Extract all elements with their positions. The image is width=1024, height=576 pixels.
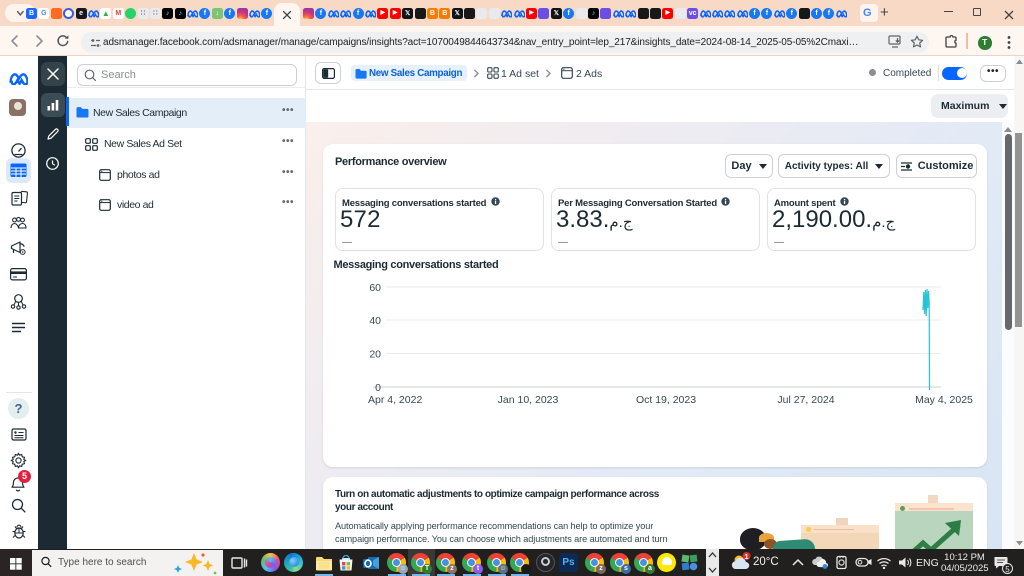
svg-text:May 4, 2025: May 4, 2025 <box>915 394 973 406</box>
svg-text:0: 0 <box>375 382 381 394</box>
svg-text:1: 1 <box>744 552 748 561</box>
svg-text:60: 60 <box>369 282 381 294</box>
svg-text:40: 40 <box>369 315 381 327</box>
svg-text:Jul 27, 2024: Jul 27, 2024 <box>777 394 834 406</box>
svg-text:Apr 4, 2022: Apr 4, 2022 <box>368 394 422 406</box>
svg-text:20: 20 <box>369 349 381 361</box>
svg-text:Jan 10, 2023: Jan 10, 2023 <box>498 394 559 406</box>
svg-text:Oct 19, 2023: Oct 19, 2023 <box>636 394 696 406</box>
